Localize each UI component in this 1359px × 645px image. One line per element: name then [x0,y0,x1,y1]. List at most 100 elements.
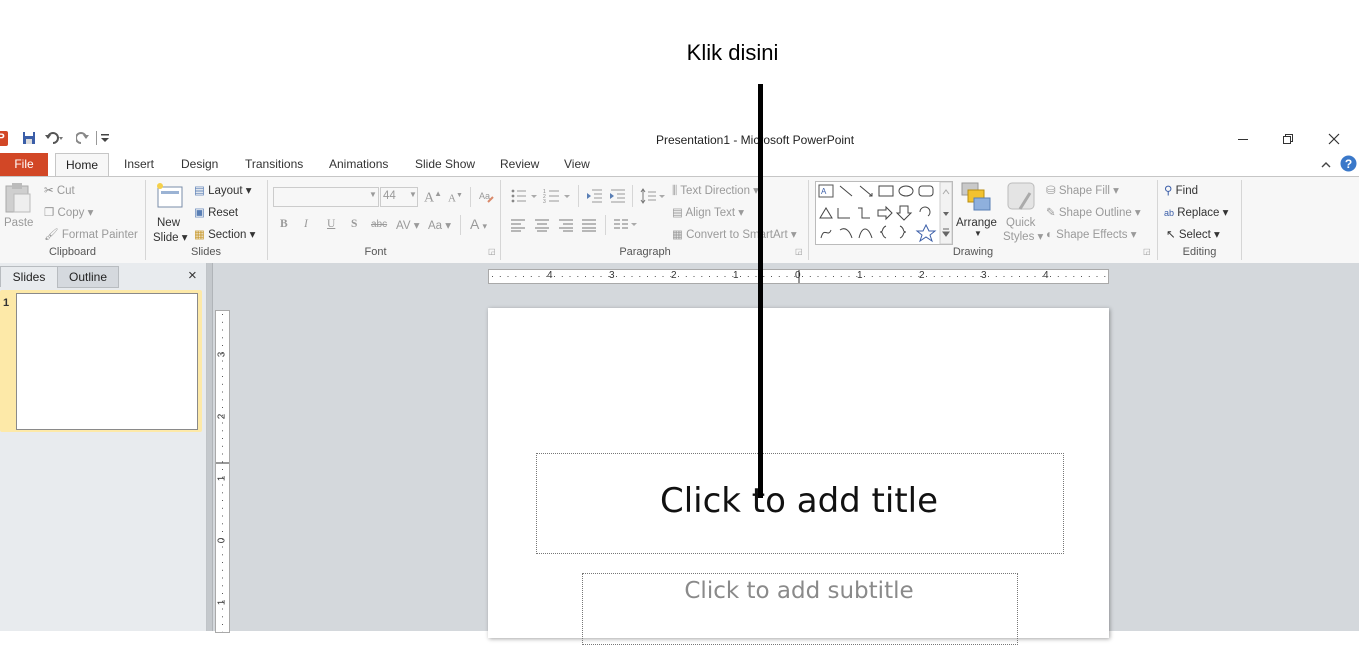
ruler-tick [694,276,695,277]
restore-button[interactable] [1265,128,1311,154]
quick-styles-label-1[interactable]: Quick [1006,217,1035,229]
new-slide-label-2-text: Slide [153,232,179,244]
shape-effects-button[interactable]: ◐ Shape Effects ▾ [1046,227,1137,241]
font-name-dropdown[interactable]: ▼ [273,187,379,207]
font-color-button[interactable]: A ▾ [470,216,487,232]
ruler-tick [222,438,223,439]
numbering-icon[interactable]: 123 [543,188,573,209]
ruler-tick [1050,276,1051,277]
clear-formatting-icon[interactable]: Aa [478,188,494,207]
minimize-ribbon-icon[interactable] [1321,157,1331,175]
tab-view[interactable]: View [564,157,590,171]
cut-button[interactable]: ✂ Cut [44,183,75,197]
text-shadow-button[interactable]: S [351,218,357,230]
layout-button[interactable]: ▤ Layout ▾ [194,183,252,197]
chevron-down-icon: ▼ [369,190,377,199]
convert-to-smartart-button[interactable]: ▦ Convert to SmartArt ▾ [672,227,797,241]
editing-group-label: Editing [1158,246,1241,258]
align-text-button[interactable]: ▤ Align Text ▾ [672,205,744,219]
ruler-tick [849,276,850,277]
arrange-icon[interactable] [960,181,992,218]
ruler-tick [1011,276,1012,277]
font-size-dropdown[interactable]: 44 ▼ [380,187,418,207]
paste-button[interactable]: Paste [4,217,33,229]
copy-button[interactable]: ❐ Copy ▾ [44,205,93,219]
text-direction-label: Text Direction [680,185,750,197]
tab-slide-show[interactable]: Slide Show [415,157,475,171]
bold-button[interactable]: B [280,218,288,230]
close-window-button[interactable] [1311,128,1357,154]
ruler-tick [926,276,927,277]
ruler-tick [222,500,223,501]
title-placeholder-text[interactable]: Click to add title [536,481,1062,521]
tab-design[interactable]: Design [181,157,218,171]
dialog-launcher-icon[interactable]: ◲ [795,247,803,256]
shrink-font-button[interactable]: A▼ [448,191,463,205]
dialog-launcher-icon[interactable]: ◲ [488,247,496,256]
paste-icon[interactable] [4,182,32,219]
ruler-tick [222,368,223,369]
tab-outline[interactable]: Outline [57,266,119,288]
new-slide-icon[interactable] [154,181,184,216]
ruler-tick [810,276,811,277]
ruler-tick [515,276,516,277]
justify-icon[interactable] [581,218,597,237]
reset-button[interactable]: ▣ Reset [194,205,238,219]
slide-thumbnail[interactable] [16,293,198,430]
ruler-tick [639,276,640,277]
section-icon: ▦ [194,227,205,241]
quick-styles-label-2[interactable]: Styles ▾ [1003,229,1043,243]
columns-icon[interactable] [613,218,639,237]
text-direction-button[interactable]: ⫼ Text Direction ▾ [672,183,759,198]
tab-animations[interactable]: Animations [329,157,388,171]
new-slide-label-2[interactable]: Slide ▾ [153,230,188,244]
character-spacing-button[interactable]: AV ▾ [396,218,419,232]
ruler-tick [562,276,563,277]
align-center-icon[interactable] [534,218,550,237]
replace-button[interactable]: ab Replace ▾ [1164,205,1228,219]
tab-home[interactable]: Home [55,153,109,176]
ruler-tick [222,345,223,346]
change-case-button[interactable]: Aa ▾ [428,218,451,232]
tab-review[interactable]: Review [500,157,539,171]
underline-button[interactable]: U [327,218,335,230]
subtitle-placeholder-text[interactable]: Click to add subtitle [582,578,1016,604]
ruler-tick [965,276,966,277]
tab-transitions[interactable]: Transitions [245,157,303,171]
dialog-launcher-icon[interactable]: ◲ [1143,247,1151,256]
select-label: Select [1179,229,1211,241]
shapes-gallery[interactable]: A [815,181,953,245]
tab-slides[interactable]: Slides [0,266,58,287]
quick-styles-icon[interactable] [1006,181,1036,218]
tab-insert[interactable]: Insert [124,157,154,171]
find-button[interactable]: ⚲ Find [1164,183,1198,197]
align-left-icon[interactable] [510,218,526,237]
format-painter-button[interactable]: 🖌 Format Painter [44,227,138,241]
help-icon[interactable]: ? [1340,155,1357,177]
smartart-icon: ▦ [672,227,683,241]
italic-button[interactable]: I [304,218,308,230]
bullets-icon[interactable] [510,188,540,209]
section-button[interactable]: ▦ Section ▾ [194,227,255,241]
align-right-icon[interactable] [558,218,574,237]
tab-file[interactable]: File [0,153,48,176]
strikethrough-button[interactable]: abc [371,219,387,230]
ruler-number: 3 [216,352,227,358]
ruler-tick [222,516,223,517]
grow-font-button[interactable]: A▲ [424,189,442,207]
line-spacing-icon[interactable] [640,188,666,209]
ruler-number: 2 [216,414,227,420]
arrange-button[interactable]: Arrange [956,217,997,229]
minimize-button[interactable] [1220,128,1266,154]
ruler-tick [222,454,223,455]
copy-icon: ❐ [44,205,54,219]
ruler-tick [222,578,223,579]
select-button[interactable]: ↖ Select ▾ [1166,227,1220,241]
pane-splitter[interactable] [207,263,213,631]
new-slide-label-1[interactable]: New [157,217,180,229]
decrease-indent-icon[interactable] [586,188,604,209]
increase-indent-icon[interactable] [609,188,627,209]
shape-fill-button[interactable]: ⛁ Shape Fill ▾ [1046,183,1119,197]
close-pane-icon[interactable]: × [188,267,197,284]
shape-outline-button[interactable]: ✎ Shape Outline ▾ [1046,205,1141,219]
